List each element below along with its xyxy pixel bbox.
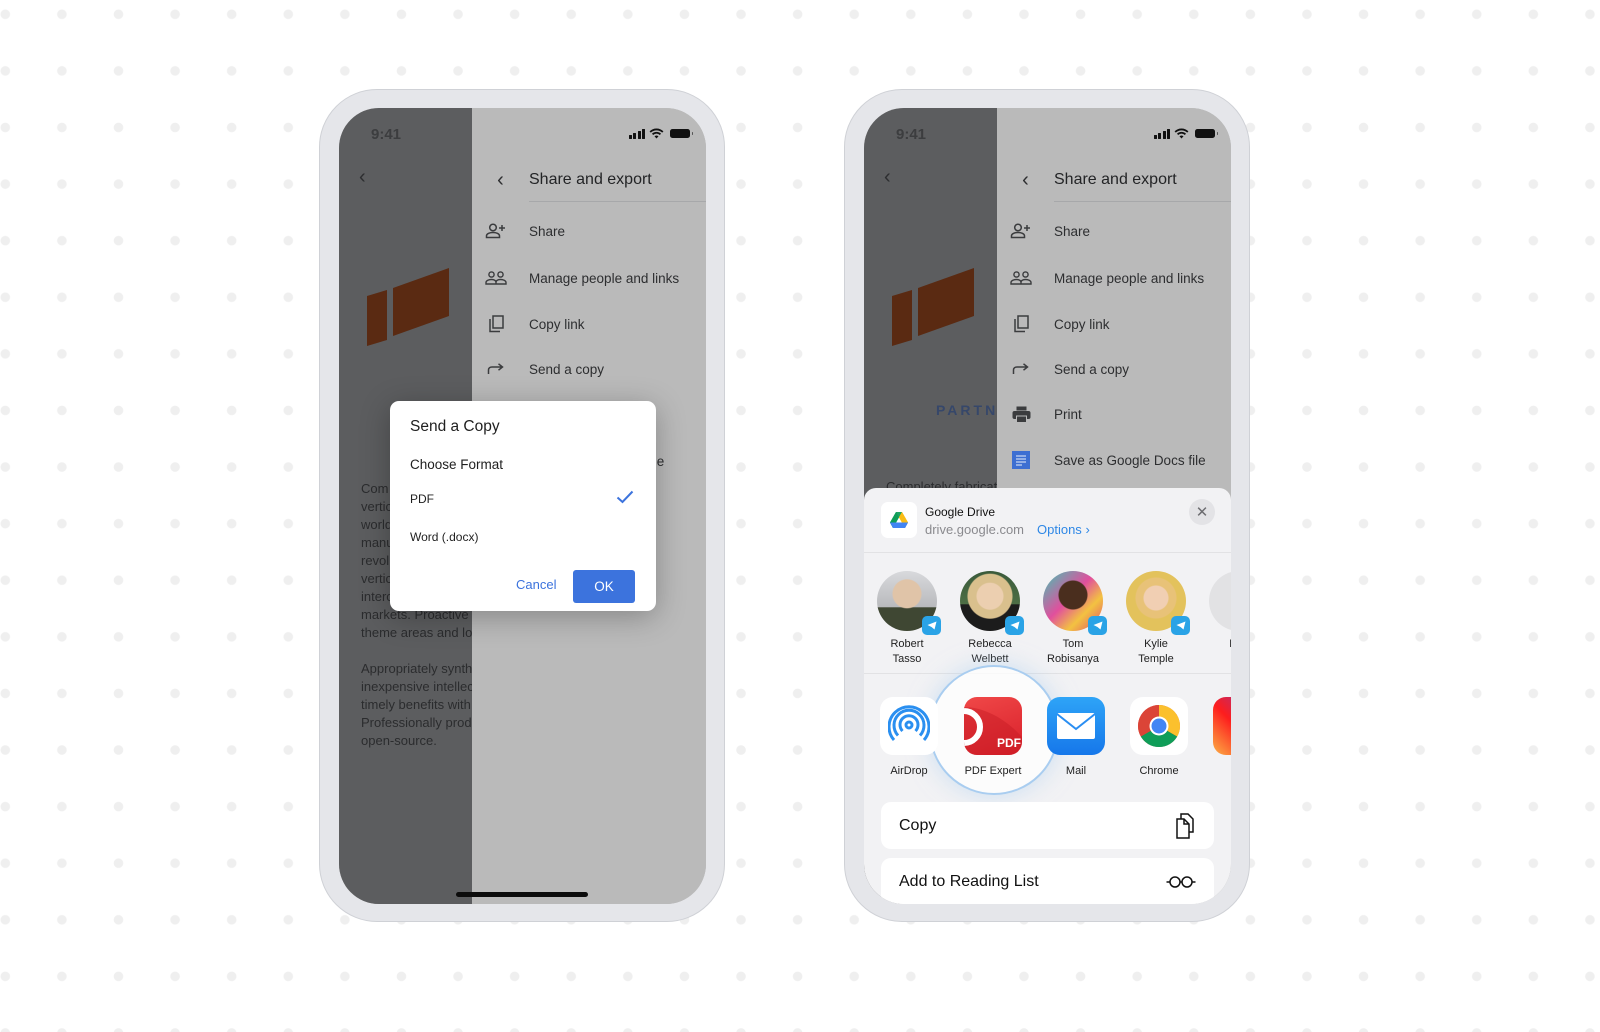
menu-item-share[interactable]: Share — [472, 211, 706, 251]
svg-text:PDF: PDF — [997, 736, 1021, 750]
menu-item-manage-people[interactable]: Manage people and links — [997, 258, 1231, 298]
menu-back-button[interactable]: ‹ — [472, 169, 529, 192]
avatar — [1043, 571, 1107, 635]
dialog-title: Send a Copy — [410, 418, 500, 435]
menu-item-print[interactable]: Print — [997, 394, 1231, 434]
person-partial[interactable]: Kpe — [1199, 571, 1231, 652]
glasses-icon — [1166, 875, 1196, 888]
doc-back-button[interactable]: ‹ — [359, 166, 366, 189]
copy-link-icon — [997, 315, 1045, 333]
ok-button[interactable]: OK — [573, 570, 635, 603]
cancel-button[interactable]: Cancel — [516, 577, 556, 592]
share-app-url: drive.google.com — [925, 522, 1024, 537]
share-app-name: Google Drive — [925, 505, 996, 519]
phone-screen: 9:41 ‹ PARTN Completely fabricat ‹ Share… — [864, 108, 1231, 904]
airdrop-icon — [880, 697, 938, 755]
menu-divider — [529, 201, 706, 202]
copy-link-icon — [472, 315, 520, 333]
menu-item-send-copy[interactable]: Send a copy — [997, 349, 1231, 389]
ios-share-sheet: Google Drive drive.google.com Options › … — [864, 488, 1231, 904]
telegram-badge-icon — [1088, 616, 1107, 635]
forward-arrow-icon — [472, 363, 520, 375]
menu-item-share[interactable]: Share — [997, 211, 1231, 251]
phone-mockup-right: 9:41 ‹ PARTN Completely fabricat ‹ Share… — [844, 89, 1250, 922]
avatar — [1126, 571, 1190, 635]
document-partner-heading: PARTN — [936, 402, 997, 418]
status-time: 9:41 — [371, 126, 402, 143]
pdf-expert-icon: PDF — [964, 697, 1022, 755]
status-time: 9:41 — [896, 126, 927, 143]
menu-divider — [1054, 201, 1231, 202]
phone-mockup-left: 9:41 ‹ Com vertic world manu revol verti… — [319, 89, 725, 922]
avatar — [960, 571, 1024, 635]
forward-arrow-icon — [997, 363, 1045, 375]
people-suggestions-row: Robert Tasso Rebecca Welbett Tom Robisanya — [864, 554, 1231, 674]
send-copy-dialog: Send a Copy Choose Format PDF Word (.doc… — [390, 401, 656, 611]
app-instagram[interactable]: Ins — [1202, 697, 1231, 777]
menu-header: ‹ Share and export — [997, 158, 1231, 202]
people-icon — [472, 271, 520, 285]
app-mail[interactable]: Mail — [1036, 697, 1116, 777]
wifi-icon — [649, 128, 664, 139]
cellular-signal-icon — [1153, 128, 1170, 139]
menu-item-send-copy[interactable]: Send a copy — [472, 349, 706, 389]
chrome-icon — [1130, 697, 1188, 755]
google-docs-icon — [997, 451, 1045, 469]
telegram-badge-icon — [922, 616, 941, 635]
home-indicator — [456, 892, 588, 897]
wifi-icon — [1174, 128, 1189, 139]
format-option-word[interactable]: Word (.docx) — [410, 530, 478, 544]
person-rebecca-welbett[interactable]: Rebecca Welbett — [950, 571, 1030, 667]
menu-item-save-google-docs[interactable]: Save as Google Docs file — [997, 440, 1231, 480]
checkmark-icon — [616, 490, 634, 504]
cellular-signal-icon — [628, 128, 645, 139]
document-logo — [367, 268, 449, 346]
avatar — [1209, 571, 1231, 631]
share-sheet-header: Google Drive drive.google.com Options › … — [864, 488, 1231, 553]
person-tom-robisanya[interactable]: Tom Robisanya — [1033, 571, 1113, 667]
menu-title: Share and export — [1054, 171, 1177, 188]
avatar — [877, 571, 941, 635]
telegram-badge-icon — [1005, 616, 1024, 635]
dialog-subtitle: Choose Format — [410, 457, 504, 472]
person-kylie-temple[interactable]: Kylie Temple — [1116, 571, 1196, 667]
document-logo — [892, 268, 974, 346]
person-add-icon — [997, 223, 1045, 239]
print-icon — [997, 406, 1045, 423]
battery-icon — [670, 129, 693, 138]
format-option-pdf[interactable]: PDF — [410, 492, 434, 506]
menu-title: Share and export — [529, 171, 652, 188]
status-icons — [628, 128, 693, 139]
close-button[interactable]: ✕ — [1189, 499, 1215, 525]
menu-header: ‹ Share and export — [472, 158, 706, 202]
copy-icon — [1176, 812, 1194, 839]
options-link[interactable]: Options › — [1037, 522, 1090, 537]
action-add-reading-list[interactable]: Add to Reading List — [881, 858, 1214, 904]
menu-back-button[interactable]: ‹ — [997, 169, 1054, 192]
app-pdf-expert[interactable]: PDF PDF Expert — [953, 697, 1033, 777]
google-drive-icon — [881, 502, 917, 538]
action-copy[interactable]: Copy — [881, 802, 1214, 849]
doc-back-button[interactable]: ‹ — [884, 166, 891, 189]
apps-row: AirDrop PDF PDF Expert Mail Chrome — [864, 665, 1231, 800]
mail-icon — [1047, 697, 1105, 755]
close-icon: ✕ — [1195, 504, 1209, 521]
app-chrome[interactable]: Chrome — [1119, 697, 1199, 777]
instagram-icon — [1213, 697, 1231, 755]
menu-item-manage-people[interactable]: Manage people and links — [472, 258, 706, 298]
people-icon — [997, 271, 1045, 285]
phone-screen: 9:41 ‹ Com vertic world manu revol verti… — [339, 108, 706, 904]
person-add-icon — [472, 223, 520, 239]
app-airdrop[interactable]: AirDrop — [869, 697, 949, 777]
chevron-right-icon: › — [1085, 522, 1090, 537]
menu-item-copy-link[interactable]: Copy link — [472, 304, 706, 344]
person-robert-tasso[interactable]: Robert Tasso — [867, 571, 947, 667]
status-icons — [1153, 128, 1218, 139]
battery-icon — [1195, 129, 1218, 138]
menu-item-copy-link[interactable]: Copy link — [997, 304, 1231, 344]
telegram-badge-icon — [1171, 616, 1190, 635]
